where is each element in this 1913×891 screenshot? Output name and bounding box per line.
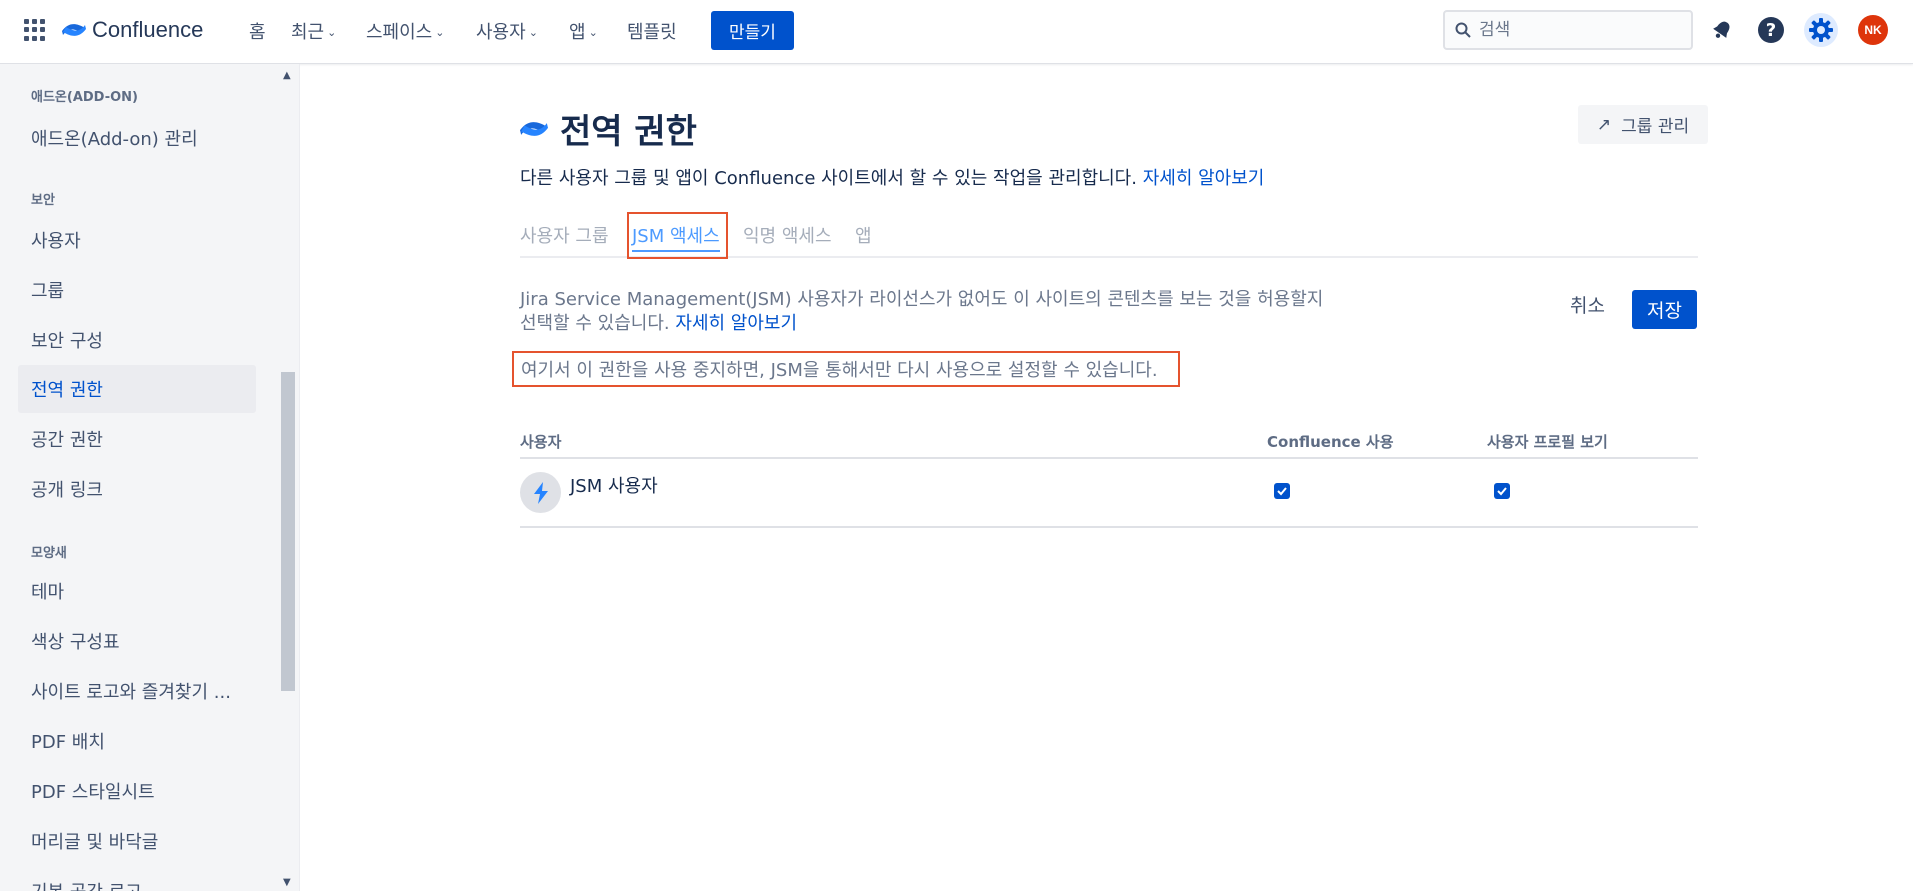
jsm-description: Jira Service Management(JSM) 사용자가 라이선스가 … xyxy=(520,288,1340,336)
jsm-description-text: Jira Service Management(JSM) 사용자가 라이선스가 … xyxy=(520,289,1324,334)
manage-groups-label: 그룹 관리 xyxy=(1621,117,1690,137)
confluence-logo[interactable]: Confluence xyxy=(62,15,203,45)
nav-recent[interactable]: 최근 ⌄ xyxy=(291,17,336,45)
checkmark-icon xyxy=(1277,487,1287,496)
scrollbar-thumb[interactable] xyxy=(281,372,295,691)
bell-icon xyxy=(1713,21,1730,38)
nav-home[interactable]: 홈 xyxy=(249,17,266,45)
jsm-avatar xyxy=(520,472,561,513)
sidebar-item-security-config[interactable]: 보안 구성 xyxy=(18,316,256,364)
column-header-confluence-use: Confluence 사용 xyxy=(1267,433,1394,451)
sidebar-item-space-permissions[interactable]: 공간 권한 xyxy=(18,415,256,463)
cancel-button[interactable]: 취소 xyxy=(1570,291,1605,318)
external-link-icon: ↗ xyxy=(1596,114,1612,135)
scroll-up-arrow-icon[interactable]: ▲ xyxy=(283,70,291,81)
search-input[interactable] xyxy=(1479,20,1669,40)
jsm-learn-more-link[interactable]: 자세히 알아보기 xyxy=(675,313,797,334)
nav-apps-label: 앱 xyxy=(569,22,586,43)
page-header: 전역 권한 xyxy=(520,104,697,153)
search-box[interactable] xyxy=(1443,10,1693,50)
nav-spaces-label: 스페이스 xyxy=(366,22,433,43)
tab-highlight-box xyxy=(627,212,728,259)
main-content: 전역 권한 ↗ 그룹 관리 다른 사용자 그룹 및 앱이 Confluence … xyxy=(301,64,1913,891)
description-text: 다른 사용자 그룹 및 앱이 Confluence 사이트에서 할 수 있는 작… xyxy=(520,168,1137,189)
column-header-view-profile: 사용자 프로필 보기 xyxy=(1487,433,1608,451)
sidebar-item-groups[interactable]: 그룹 xyxy=(18,266,256,314)
sidebar-section-addons: 애드온(ADD-ON) xyxy=(31,90,138,105)
sidebar-item-pdf-stylesheet[interactable]: PDF 스타일시트 xyxy=(18,767,256,815)
search-icon xyxy=(1455,22,1471,38)
svg-text:?: ? xyxy=(1766,20,1776,41)
sidebar-item-users[interactable]: 사용자 xyxy=(18,216,256,264)
sidebar-item-public-links[interactable]: 공개 링크 xyxy=(18,465,256,513)
save-button[interactable]: 저장 xyxy=(1632,290,1697,329)
nav-templates[interactable]: 템플릿 xyxy=(627,17,677,45)
chevron-down-icon: ⌄ xyxy=(528,25,538,39)
nav-people[interactable]: 사용자 ⌄ xyxy=(476,17,538,45)
column-header-user: 사용자 xyxy=(520,433,562,451)
nav-people-label: 사용자 xyxy=(476,22,526,43)
chevron-down-icon: ⌄ xyxy=(327,25,337,39)
logo-text: Confluence xyxy=(92,17,204,42)
admin-sidebar: 애드온(ADD-ON) 애드온(Add-on) 관리 보안 사용자 그룹 보안 … xyxy=(0,64,300,891)
notifications-button[interactable] xyxy=(1706,14,1738,46)
nav-recent-label: 최근 xyxy=(291,22,325,43)
nav-templates-label: 템플릿 xyxy=(627,22,677,43)
scroll-down-arrow-icon[interactable]: ▼ xyxy=(283,877,291,888)
confluence-use-checkbox[interactable] xyxy=(1274,483,1290,499)
manage-groups-button[interactable]: ↗ 그룹 관리 xyxy=(1578,105,1708,144)
app-switcher-icon[interactable] xyxy=(24,19,46,41)
confluence-logo-icon xyxy=(62,24,86,36)
sidebar-item-manage-addons[interactable]: 애드온(Add-on) 관리 xyxy=(18,114,256,162)
learn-more-link[interactable]: 자세히 알아보기 xyxy=(1143,168,1265,189)
lightning-bolt-icon xyxy=(533,481,548,504)
chevron-down-icon: ⌄ xyxy=(588,25,598,39)
row-user-name: JSM 사용자 xyxy=(570,476,658,497)
page-description: 다른 사용자 그룹 및 앱이 Confluence 사이트에서 할 수 있는 작… xyxy=(520,164,1264,190)
view-profile-checkbox[interactable] xyxy=(1494,483,1510,499)
sidebar-section-security: 보안 xyxy=(31,193,55,208)
checkmark-icon xyxy=(1497,487,1507,496)
sidebar-item-global-permissions[interactable]: 전역 권한 xyxy=(18,365,256,413)
tab-apps[interactable]: 앱 xyxy=(855,222,872,248)
sidebar-section-look-and-feel: 모양새 xyxy=(31,546,67,561)
table-header-divider xyxy=(520,457,1698,459)
tab-user-groups[interactable]: 사용자 그룹 xyxy=(520,222,609,248)
user-avatar[interactable]: NK xyxy=(1858,15,1888,45)
help-button[interactable]: ? xyxy=(1755,14,1787,46)
help-icon: ? xyxy=(1758,17,1784,43)
top-navigation: Confluence 홈 최근 ⌄ 스페이스 ⌄ 사용자 ⌄ 앱 ⌄ 템플릿 만… xyxy=(0,0,1913,64)
sidebar-item-site-logo[interactable]: 사이트 로고와 즐겨찾기 ... xyxy=(18,667,256,715)
sidebar-item-default-space-logo[interactable]: 기본 공간 로고 xyxy=(18,867,256,891)
table-row-divider xyxy=(520,526,1698,528)
sidebar-item-pdf-layout[interactable]: PDF 배치 xyxy=(18,717,256,765)
sidebar-item-color-scheme[interactable]: 색상 구성표 xyxy=(18,617,256,665)
nav-spaces[interactable]: 스페이스 ⌄ xyxy=(366,17,444,45)
sidebar-item-themes[interactable]: 테마 xyxy=(18,567,256,615)
create-button[interactable]: 만들기 xyxy=(711,11,794,50)
page-title: 전역 권한 xyxy=(560,112,697,152)
chevron-down-icon: ⌄ xyxy=(435,25,445,39)
sidebar-item-header-footer[interactable]: 머리글 및 바닥글 xyxy=(18,817,256,865)
gear-icon xyxy=(1809,18,1833,42)
confluence-logo-icon xyxy=(520,121,548,136)
permission-tabs: 사용자 그룹 JSM 액세스 익명 액세스 앱 xyxy=(520,212,1698,259)
nav-home-label: 홈 xyxy=(249,22,266,43)
settings-button[interactable] xyxy=(1804,13,1838,47)
warning-message: 여기서 이 권한을 사용 중지하면, JSM을 통해서만 다시 사용으로 설정할… xyxy=(512,351,1180,387)
tab-anonymous-access[interactable]: 익명 액세스 xyxy=(743,222,832,248)
nav-apps[interactable]: 앱 ⌄ xyxy=(569,17,598,45)
